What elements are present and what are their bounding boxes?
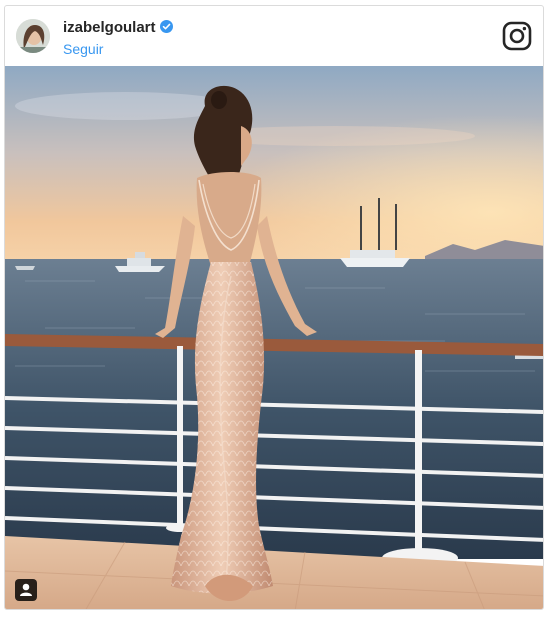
instagram-embed-card: izabelgoulart Seguir [4, 5, 544, 610]
post-header: izabelgoulart Seguir [5, 6, 543, 66]
avatar[interactable] [16, 19, 50, 53]
verified-badge-icon [159, 20, 173, 33]
post-image[interactable] [5, 66, 543, 609]
instagram-icon[interactable] [502, 21, 532, 51]
user-tag-icon[interactable] [15, 579, 37, 601]
follow-button[interactable]: Seguir [63, 41, 173, 57]
username-link[interactable]: izabelgoulart [63, 19, 156, 36]
user-info: izabelgoulart Seguir [63, 19, 173, 57]
